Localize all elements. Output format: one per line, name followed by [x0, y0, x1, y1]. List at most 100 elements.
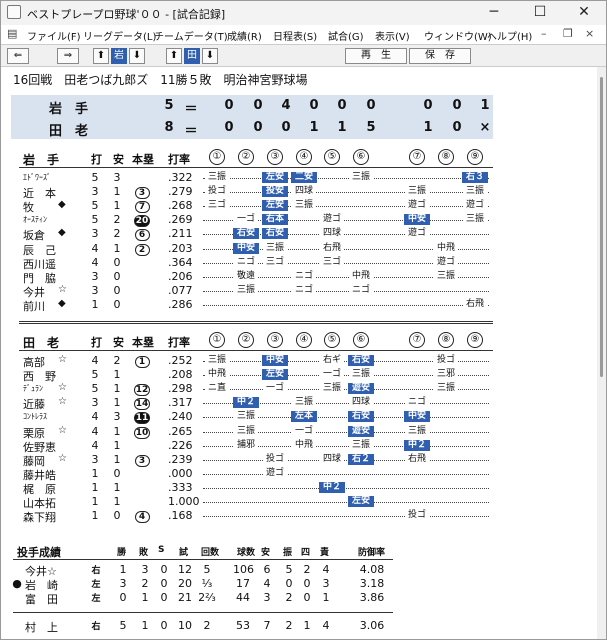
menu-team-data[interactable]: チームデータ(T) — [154, 28, 228, 43]
at-bat-result: 四球 — [292, 186, 316, 198]
minimize-icon[interactable]: ─ — [471, 1, 517, 25]
pitcher-ip: 5 — [203, 563, 211, 576]
pitcher-row: 富 田左 0 1 0 21 2⅔ 44 3 2 0 1 3.86 — [1, 591, 401, 607]
player-name[interactable]: 森下翔 — [23, 509, 69, 525]
left-team-down-icon[interactable]: ⬇ — [129, 48, 145, 64]
score-equals: ＝ — [184, 102, 198, 117]
pitcher-so: 2 — [285, 591, 293, 604]
player-hr-wrap: 1 — [132, 354, 152, 368]
menu-view[interactable]: 表示(V) — [375, 28, 410, 43]
at-bat-result: 遊ゴ — [463, 200, 487, 212]
pitcher-h: 7 — [263, 619, 271, 632]
left-team-button[interactable]: 岩 — [111, 48, 127, 64]
player-ab: 1 — [91, 509, 99, 523]
at-bat-result: 三邪 — [434, 369, 458, 381]
at-bat-result: 三振 — [234, 425, 258, 437]
menu-records[interactable]: 成績(R) — [227, 28, 262, 43]
section-rule — [19, 321, 493, 324]
window-title: ベストプレープロ野球'００ - [試合記録] — [27, 8, 226, 21]
player-hits: 2 — [113, 227, 121, 241]
table-row: ﾃﾞｭﾗﾝ ☆ 5 1 12.298 ニ直 一ゴ 三振 遊安 三振 — [1, 382, 501, 397]
player-name[interactable]: ｵｰｽﾃｨﾝ — [23, 214, 69, 225]
pitcher-w: 1 — [119, 563, 127, 576]
home-run-count: 3 — [134, 454, 150, 467]
menu-window[interactable]: ウィンドウ(W) — [424, 28, 492, 43]
player-status-mark: ☆ — [58, 382, 67, 394]
inning-score: 0 — [224, 120, 234, 135]
inning-header: ② — [238, 332, 254, 348]
at-bat-result: 三振 — [349, 369, 373, 381]
score-total: 5 — [164, 98, 174, 113]
toolbar: ⇐ ⇒ ⬆ 岩 ⬇ ⬆ 田 ⬇ 再 生 保 存 — [1, 44, 606, 67]
player-name[interactable]: ｺﾝﾄﾚﾗｽ — [23, 411, 69, 422]
menu-file[interactable]: ファイル(F) — [27, 28, 81, 43]
home-run-count: 1 — [134, 356, 150, 368]
player-hits: 1 — [113, 241, 121, 255]
player-hits: 2 — [113, 354, 121, 367]
pitcher-hand: 右 — [91, 566, 101, 576]
at-bat-result: 遊ゴ — [405, 228, 429, 240]
menu-league-data[interactable]: リーグデータ(L) — [83, 28, 156, 43]
pitcher-er: 4 — [322, 619, 330, 632]
player-ab: 1 — [91, 297, 99, 311]
header-avg: 打率 — [168, 336, 190, 349]
home-run-count: 20 — [133, 215, 151, 228]
replay-button[interactable]: 再 生 — [345, 48, 407, 64]
pitcher-hand: 左 — [91, 580, 101, 590]
pitcher-g: 21 — [178, 591, 192, 604]
right-team-up-icon[interactable]: ⬆ — [166, 48, 182, 64]
save-button[interactable]: 保 存 — [409, 48, 471, 64]
pitcher-w: 5 — [119, 619, 127, 632]
pitcher-bb: 1 — [303, 619, 311, 632]
pitcher-era: 3.18 — [359, 577, 385, 590]
home-run-count: 11 — [133, 412, 151, 425]
inning-header: ⑨ — [467, 149, 483, 165]
mdi-minimize-icon[interactable]: – — [541, 27, 547, 40]
inning-score: 0 — [281, 120, 291, 135]
scrollbar-thumb[interactable] — [600, 77, 603, 377]
at-bat-result: 中安 — [404, 214, 430, 226]
table-row: 坂倉 ◆ 3 2 6.211 右安 右安 四球 遊ゴ — [1, 227, 501, 242]
close-icon[interactable]: ✕ — [561, 1, 606, 25]
maximize-icon[interactable]: ☐ — [517, 1, 563, 25]
inning-score: × — [479, 120, 491, 135]
pitcher-name[interactable]: 富 田 — [25, 591, 81, 607]
player-hr-wrap: 11 — [132, 410, 152, 425]
player-status-mark: ☆ — [58, 424, 67, 436]
menu-game[interactable]: 試合(G) — [328, 28, 364, 43]
pitching-title: 投手成績 — [17, 546, 61, 559]
player-ab: 4 — [91, 255, 99, 269]
pitcher-s: 0 — [160, 591, 168, 604]
player-ab: 4 — [91, 424, 99, 438]
menu-help[interactable]: ヘルプ(H) — [487, 28, 532, 43]
at-bat-result: 四球 — [320, 228, 344, 240]
left-team-up-icon[interactable]: ⬆ — [93, 48, 109, 64]
mdi-restore-icon[interactable]: ❐ — [563, 27, 573, 40]
document-icon[interactable]: ▤ — [7, 27, 17, 40]
at-bat-result: 投ゴ — [205, 186, 229, 198]
menu-schedule[interactable]: 日程表(S) — [273, 28, 317, 43]
at-bat-result: 三ゴ — [263, 256, 287, 268]
at-bat-result: 中２ — [404, 439, 430, 451]
back-arrow-icon[interactable]: ⇐ — [7, 48, 29, 64]
right-team-down-icon[interactable]: ⬇ — [202, 48, 218, 64]
mdi-close-icon[interactable]: × — [585, 27, 594, 40]
pitcher-er: 4 — [322, 563, 330, 576]
at-bat-result: 三振 — [349, 172, 373, 183]
at-bat-result: 一ゴ — [292, 425, 316, 437]
inning-score: 0 — [309, 98, 319, 113]
at-bat-result: 右２ — [348, 453, 374, 465]
vertical-scrollbar[interactable] — [597, 67, 606, 639]
at-bat-result: 投ゴ — [263, 453, 287, 465]
player-name[interactable]: ｴﾄﾞﾜｰｽﾞ — [23, 172, 69, 183]
at-bat-result: 三振 — [205, 355, 229, 366]
pitcher-np: 17 — [236, 577, 250, 590]
header-h: 安 — [113, 153, 124, 166]
inning-score: 1 — [337, 120, 347, 135]
pitcher-name[interactable]: 村 上 — [25, 619, 81, 635]
pitcher-l: 1 — [141, 619, 149, 632]
player-hits: 1 — [113, 438, 121, 452]
right-team-button[interactable]: 田 — [184, 48, 200, 64]
forward-arrow-icon[interactable]: ⇒ — [57, 48, 79, 64]
table-row: 辰 己 4 1 2.203 中安 三振 右飛 中飛 — [1, 241, 501, 257]
